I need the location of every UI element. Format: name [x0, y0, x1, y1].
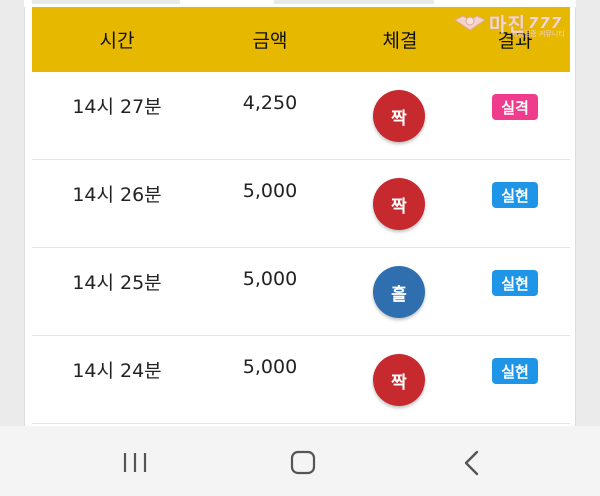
header-amount: 금액 [252, 30, 288, 52]
row-amount: 5,000 [242, 356, 298, 378]
watermark-logo: 마진 777 먹튀검증 커뮤니티 [453, 3, 593, 43]
table-row: 14시 26분 5,000 짝 실현 [32, 160, 570, 248]
header-time: 시간 [99, 30, 135, 52]
header-bet: 체결 [382, 30, 418, 52]
row-amount: 5,000 [242, 180, 298, 202]
bet-even-badge: 짝 [373, 354, 425, 406]
row-time: 14시 26분 [72, 184, 162, 206]
bet-odd-badge: 홀 [373, 266, 425, 318]
home-icon[interactable] [263, 426, 343, 496]
back-icon[interactable] [432, 426, 512, 496]
result-success-badge: 실현 [492, 182, 538, 208]
watermark-subtitle: 먹튀검증 커뮤니티 [511, 30, 565, 38]
bet-even-badge: 짝 [373, 178, 425, 230]
wing-badge-icon [453, 8, 487, 38]
result-fail-badge: 실격 [492, 94, 538, 120]
result-success-badge: 실현 [492, 270, 538, 296]
row-time: 14시 27분 [72, 96, 162, 118]
table-row: 14시 27분 4,250 짝 실격 [32, 72, 570, 160]
row-time: 14시 24분 [72, 360, 162, 382]
recent-apps-icon[interactable] [95, 426, 175, 496]
row-amount: 4,250 [242, 92, 298, 114]
row-amount: 5,000 [242, 268, 298, 290]
table-row: 14시 24분 5,000 짝 실현 [32, 336, 570, 424]
table-row: 14시 25분 5,000 홀 실현 [32, 248, 570, 336]
row-time: 14시 25분 [72, 272, 162, 294]
result-success-badge: 실현 [492, 358, 538, 384]
android-nav-bar [0, 426, 600, 496]
bet-even-badge: 짝 [373, 90, 425, 142]
